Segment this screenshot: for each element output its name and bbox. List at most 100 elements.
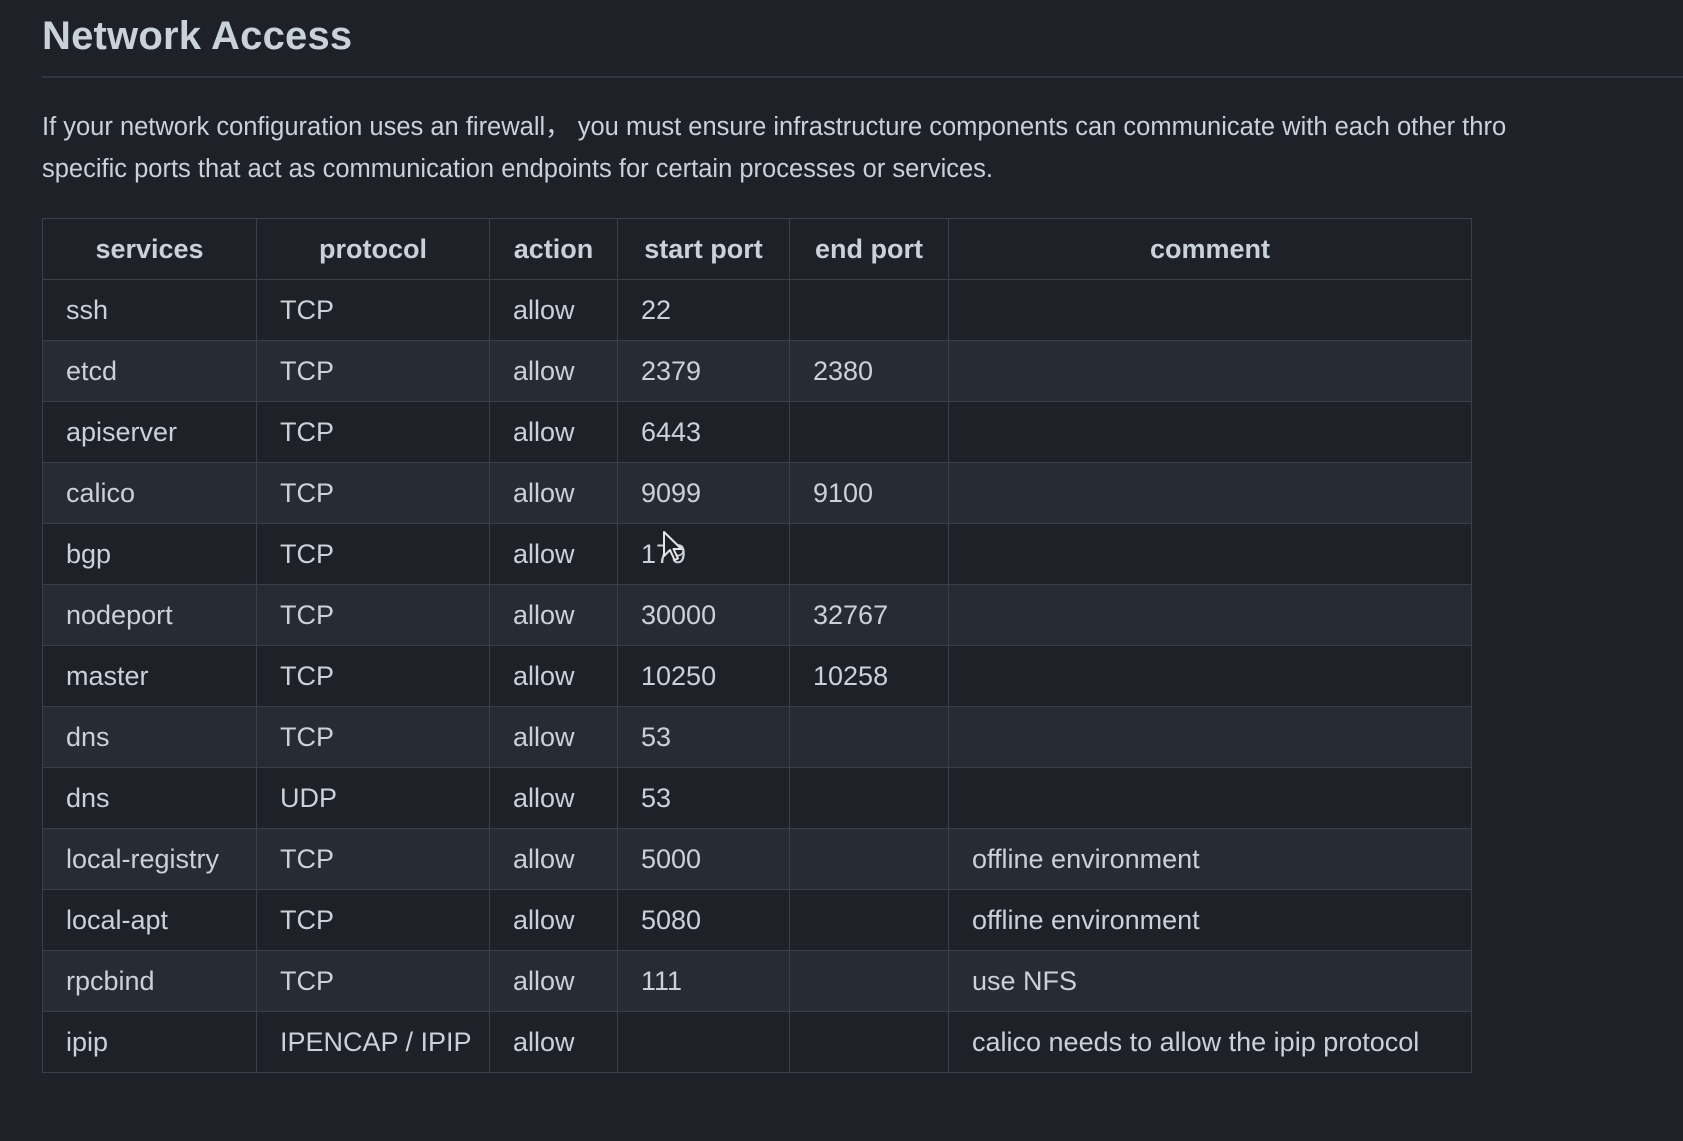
- table-row: calico TCP allow 9099 9100: [42, 462, 1472, 524]
- cell-comment: use NFS: [948, 950, 1472, 1012]
- cell-action: allow: [489, 645, 618, 707]
- cell-action: allow: [489, 889, 618, 951]
- header-services: services: [42, 218, 257, 280]
- table-row: ssh TCP allow 22: [42, 279, 1472, 341]
- table-row: master TCP allow 10250 10258: [42, 645, 1472, 707]
- mouse-pointer-icon: [663, 531, 683, 561]
- cell-comment: [948, 584, 1472, 646]
- cell-start-port: 179: [617, 523, 790, 585]
- cell-protocol: TCP: [256, 462, 490, 524]
- cell-start-port: [617, 1011, 790, 1073]
- cell-end-port: [789, 828, 949, 890]
- cell-start-port: 111: [617, 950, 790, 1012]
- header-start-port: start port: [617, 218, 790, 280]
- cell-end-port: [789, 279, 949, 341]
- title-divider: [42, 76, 1683, 78]
- table-row: ipip IPENCAP / IPIP allow calico needs to a…: [42, 1011, 1472, 1073]
- cell-comment: [948, 340, 1472, 402]
- table-header-row: services protocol action start port end …: [42, 218, 1472, 280]
- cell-end-port: [789, 1011, 949, 1073]
- cell-protocol: IPENCAP / IPIP: [256, 1011, 490, 1073]
- cell-end-port: 2380: [789, 340, 949, 402]
- cell-end-port: [789, 523, 949, 585]
- cell-protocol: TCP: [256, 706, 490, 768]
- cell-end-port: 10258: [789, 645, 949, 707]
- cell-action: allow: [489, 950, 618, 1012]
- cell-protocol: TCP: [256, 889, 490, 951]
- cell-action: allow: [489, 462, 618, 524]
- cell-end-port: [789, 706, 949, 768]
- cell-protocol: TCP: [256, 279, 490, 341]
- cell-action: allow: [489, 828, 618, 890]
- cell-start-port: 22: [617, 279, 790, 341]
- document-page: Network Access If your network configura…: [42, 0, 1683, 1141]
- intro-line-1: If your network configuration uses an fi…: [42, 113, 1507, 141]
- cell-action: allow: [489, 706, 618, 768]
- header-protocol: protocol: [256, 218, 490, 280]
- cell-end-port: [789, 889, 949, 951]
- cell-end-port: 32767: [789, 584, 949, 646]
- header-comment: comment: [948, 218, 1472, 280]
- cell-start-port: 2379: [617, 340, 790, 402]
- cell-service: etcd: [42, 340, 257, 402]
- cell-action: allow: [489, 767, 618, 829]
- cell-action: allow: [489, 1011, 618, 1073]
- cell-start-port: 9099: [617, 462, 790, 524]
- cell-service: dns: [42, 706, 257, 768]
- cell-start-port: 10250: [617, 645, 790, 707]
- cell-comment: offline environment: [948, 828, 1472, 890]
- cell-protocol: TCP: [256, 828, 490, 890]
- cell-action: allow: [489, 523, 618, 585]
- cell-protocol: UDP: [256, 767, 490, 829]
- table-row: rpcbind TCP allow 111 use NFS: [42, 950, 1472, 1012]
- cell-end-port: [789, 767, 949, 829]
- header-end-port: end port: [789, 218, 949, 280]
- cell-protocol: TCP: [256, 584, 490, 646]
- table-body: ssh TCP allow 22 etcd TCP allow 2379 2380 apiserv…: [42, 279, 1472, 1073]
- table-row: etcd TCP allow 2379 2380: [42, 340, 1472, 402]
- table-row: apiserver TCP allow 6443: [42, 401, 1472, 463]
- cell-comment: [948, 401, 1472, 463]
- table-row: nodeport TCP allow 30000 32767: [42, 584, 1472, 646]
- cell-service: dns: [42, 767, 257, 829]
- cell-end-port: [789, 401, 949, 463]
- cell-action: allow: [489, 584, 618, 646]
- table-row: bgpTCPallow179: [42, 523, 1472, 585]
- cell-protocol: TCP: [256, 645, 490, 707]
- cell-comment: [948, 706, 1472, 768]
- cell-action: allow: [489, 401, 618, 463]
- table-row: dns TCP allow 53: [42, 706, 1472, 768]
- cell-service: apiserver: [42, 401, 257, 463]
- cell-comment: calico needs to allow the ipip protocol: [948, 1011, 1472, 1073]
- cell-start-port: 53: [617, 706, 790, 768]
- cell-start-port: 6443: [617, 401, 790, 463]
- cell-service: local-registry: [42, 828, 257, 890]
- cell-service: ipip: [42, 1011, 257, 1073]
- cell-service: master: [42, 645, 257, 707]
- cell-protocol: TCP: [256, 401, 490, 463]
- network-ports-table: services protocol action start port end …: [42, 218, 1472, 1073]
- cell-service: ssh: [42, 279, 257, 341]
- table-row: local-registry TCP allow 5000 offline enviro…: [42, 828, 1472, 890]
- cell-comment: [948, 462, 1472, 524]
- cell-start-port: 5000: [617, 828, 790, 890]
- cell-action: allow: [489, 340, 618, 402]
- cell-protocol: TCP: [256, 340, 490, 402]
- cell-comment: offline environment: [948, 889, 1472, 951]
- cell-start-port: 30000: [617, 584, 790, 646]
- intro-paragraph: If your network configuration uses an fi…: [42, 106, 1683, 190]
- cell-service: local-apt: [42, 889, 257, 951]
- header-action: action: [489, 218, 618, 280]
- cell-service: bgp: [42, 523, 257, 585]
- cell-start-port: 53: [617, 767, 790, 829]
- page-title: Network Access: [42, 14, 353, 58]
- table-row: local-apt TCP allow 5080 offline environment: [42, 889, 1472, 951]
- cell-start-port: 5080: [617, 889, 790, 951]
- cell-comment: [948, 523, 1472, 585]
- cell-service: nodeport: [42, 584, 257, 646]
- cell-service: calico: [42, 462, 257, 524]
- cell-service: rpcbind: [42, 950, 257, 1012]
- intro-line-2: specific ports that act as communication…: [42, 155, 994, 183]
- cell-protocol: TCP: [256, 523, 490, 585]
- table-row: dns UDP allow 53: [42, 767, 1472, 829]
